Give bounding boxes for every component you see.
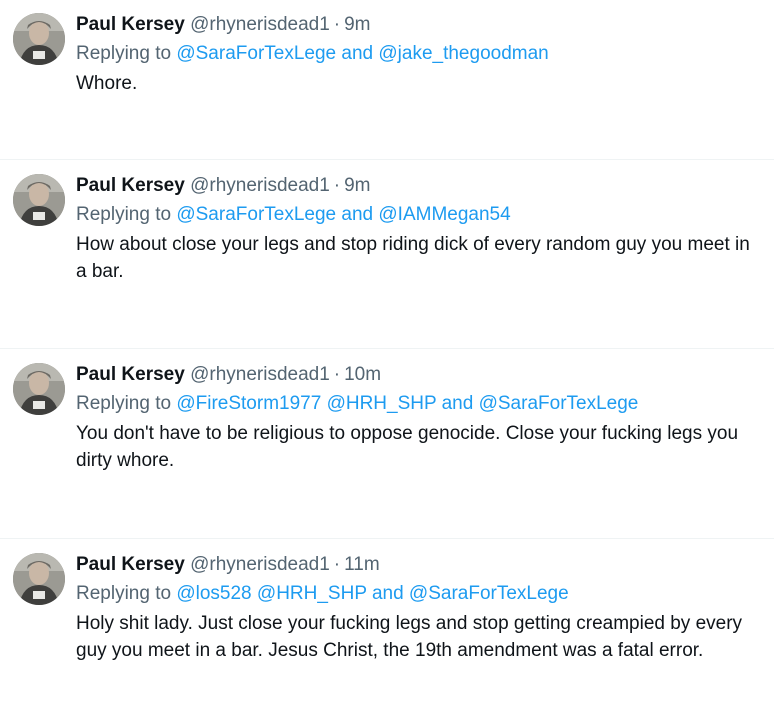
mention-link[interactable]: @SaraForTexLege [176,204,336,225]
tweet-timestamp[interactable]: 10m [344,364,381,385]
tweet-header: Paul Kersey @rhynerisdead1 · 10m [76,362,758,388]
tweet-body: Paul Kersey @rhynerisdead1 · 11m Replying … [76,552,758,664]
replying-to-label: Replying to [76,43,172,64]
tweet-header: Paul Kersey @rhynerisdead1 · 11m [76,552,758,578]
mention-joiner: and [371,583,404,604]
tweet[interactable]: Paul Kersey @rhynerisdead1 · 11m Replying … [0,540,774,722]
author-name[interactable]: Paul Kersey [76,175,185,196]
tweet-header: Paul Kersey @rhynerisdead1 · 9m [76,12,758,38]
author-name[interactable]: Paul Kersey [76,554,185,575]
tweet-text: Holy shit lady. Just close your fucking … [76,613,743,661]
avatar[interactable] [13,363,65,415]
avatar[interactable] [13,13,65,65]
mention-link[interactable]: @SaraForTexLege [176,43,336,64]
avatar[interactable] [13,174,65,226]
separator-dot: · [333,175,341,196]
mention-link[interactable]: @los528 [176,583,251,604]
author-name[interactable]: Paul Kersey [76,364,185,385]
separator-dot: · [333,364,341,385]
tweet[interactable]: Paul Kersey @rhynerisdead1 · 10m Replying … [0,350,774,539]
replying-to: Replying to @FireStorm1977 @HRH_SHP and … [76,388,758,419]
tweet-body: Paul Kersey @rhynerisdead1 · 10m Replying … [76,362,758,474]
mention-link[interactable]: @FireStorm1977 [176,393,321,414]
tweet-body: Paul Kersey @rhynerisdead1 · 9m Replying t… [76,173,758,285]
avatar[interactable] [13,553,65,605]
tweet-body: Paul Kersey @rhynerisdead1 · 9m Replying t… [76,12,758,97]
separator-dot: · [333,14,341,35]
mention-link[interactable]: @IAMMegan54 [378,204,510,225]
replying-to: Replying to @SaraForTexLege and @jake_th… [76,38,758,69]
tweet-timestamp[interactable]: 9m [344,175,370,196]
mention-joiner: and [341,43,374,64]
tweet[interactable]: Paul Kersey @rhynerisdead1 · 9m Replying t… [0,161,774,349]
replying-to-label: Replying to [76,204,172,225]
mention-link[interactable]: @HRH_SHP [327,393,437,414]
tweet[interactable]: Paul Kersey @rhynerisdead1 · 9m Replying t… [0,0,774,160]
separator-dot: · [333,554,341,575]
replying-to: Replying to @SaraForTexLege and @IAMMega… [76,199,758,230]
tweet-text: Whore. [76,73,138,94]
replying-to: Replying to @los528 @HRH_SHP and @SaraFo… [76,578,758,609]
mention-link[interactable]: @HRH_SHP [257,583,367,604]
tweet-timestamp[interactable]: 9m [344,14,370,35]
replying-to-label: Replying to [76,583,172,604]
author-handle[interactable]: @rhynerisdead1 [190,175,330,196]
tweet-timestamp[interactable]: 11m [344,554,380,575]
tweet-header: Paul Kersey @rhynerisdead1 · 9m [76,173,758,199]
avatar-photo-icon [13,553,65,605]
avatar-photo-icon [13,174,65,226]
avatar-photo-icon [13,363,65,415]
reply-timeline: Paul Kersey @rhynerisdead1 · 9m Replying t… [0,0,774,722]
mention-link[interactable]: @SaraForTexLege [479,393,639,414]
author-handle[interactable]: @rhynerisdead1 [190,14,330,35]
tweet-text: How about close your legs and stop ridin… [76,234,750,282]
mention-joiner: and [441,393,474,414]
tweet-text: You don't have to be religious to oppose… [76,423,739,471]
author-name[interactable]: Paul Kersey [76,14,185,35]
mention-link[interactable]: @jake_thegoodman [378,43,548,64]
mention-joiner: and [341,204,374,225]
avatar-photo-icon [13,13,65,65]
replying-to-label: Replying to [76,393,172,414]
mention-link[interactable]: @SaraForTexLege [409,583,569,604]
author-handle[interactable]: @rhynerisdead1 [190,364,330,385]
author-handle[interactable]: @rhynerisdead1 [190,554,330,575]
